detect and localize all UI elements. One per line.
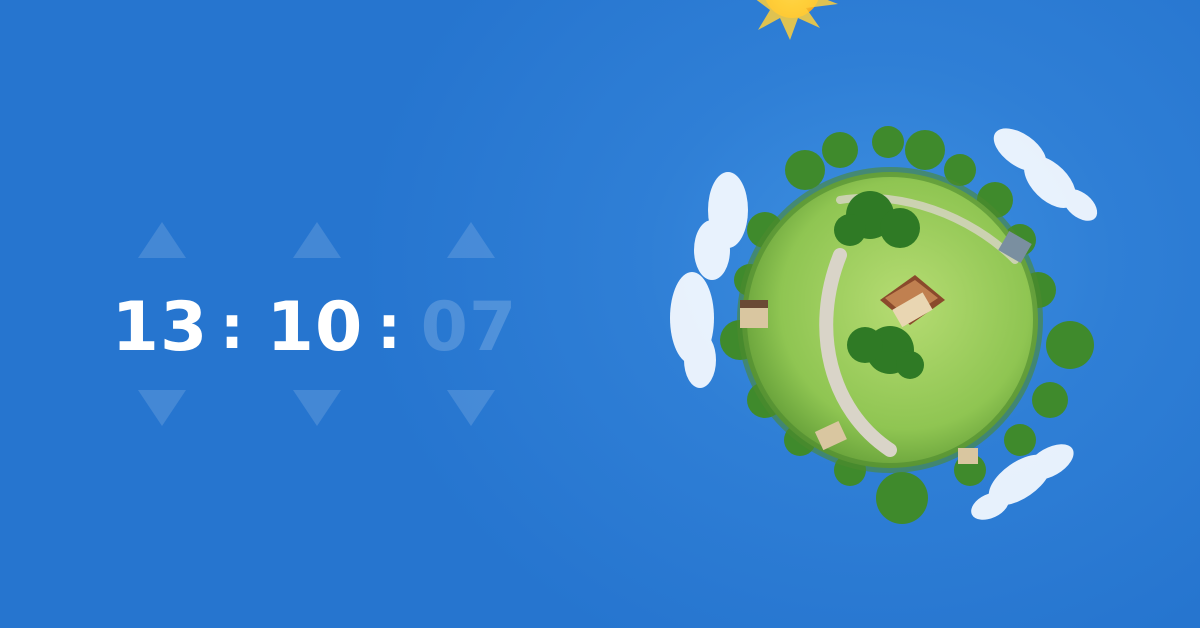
- seconds-decrement-arrow-icon[interactable]: [447, 390, 495, 426]
- hours-increment-arrow-icon[interactable]: [138, 222, 186, 258]
- seconds-unit: 07: [421, 210, 516, 440]
- minutes-decrement-arrow-icon[interactable]: [293, 390, 341, 426]
- house-icon: [958, 448, 978, 464]
- separator: :: [220, 293, 244, 363]
- minutes-unit: 10: [267, 210, 362, 440]
- seconds-increment-arrow-icon[interactable]: [447, 222, 495, 258]
- sun-icon: [756, 0, 838, 40]
- hours-unit: 13: [112, 210, 207, 440]
- separator: :: [377, 293, 401, 363]
- hours-decrement-arrow-icon[interactable]: [138, 390, 186, 426]
- hours-value[interactable]: 13: [110, 288, 210, 368]
- house-icon: [740, 306, 768, 328]
- seconds-value[interactable]: 07: [419, 288, 519, 368]
- minutes-increment-arrow-icon[interactable]: [293, 222, 341, 258]
- time-picker: 13 : 10 : 07: [112, 210, 540, 440]
- minutes-value[interactable]: 10: [265, 288, 365, 368]
- tiny-planet-illustration: [670, 0, 1098, 524]
